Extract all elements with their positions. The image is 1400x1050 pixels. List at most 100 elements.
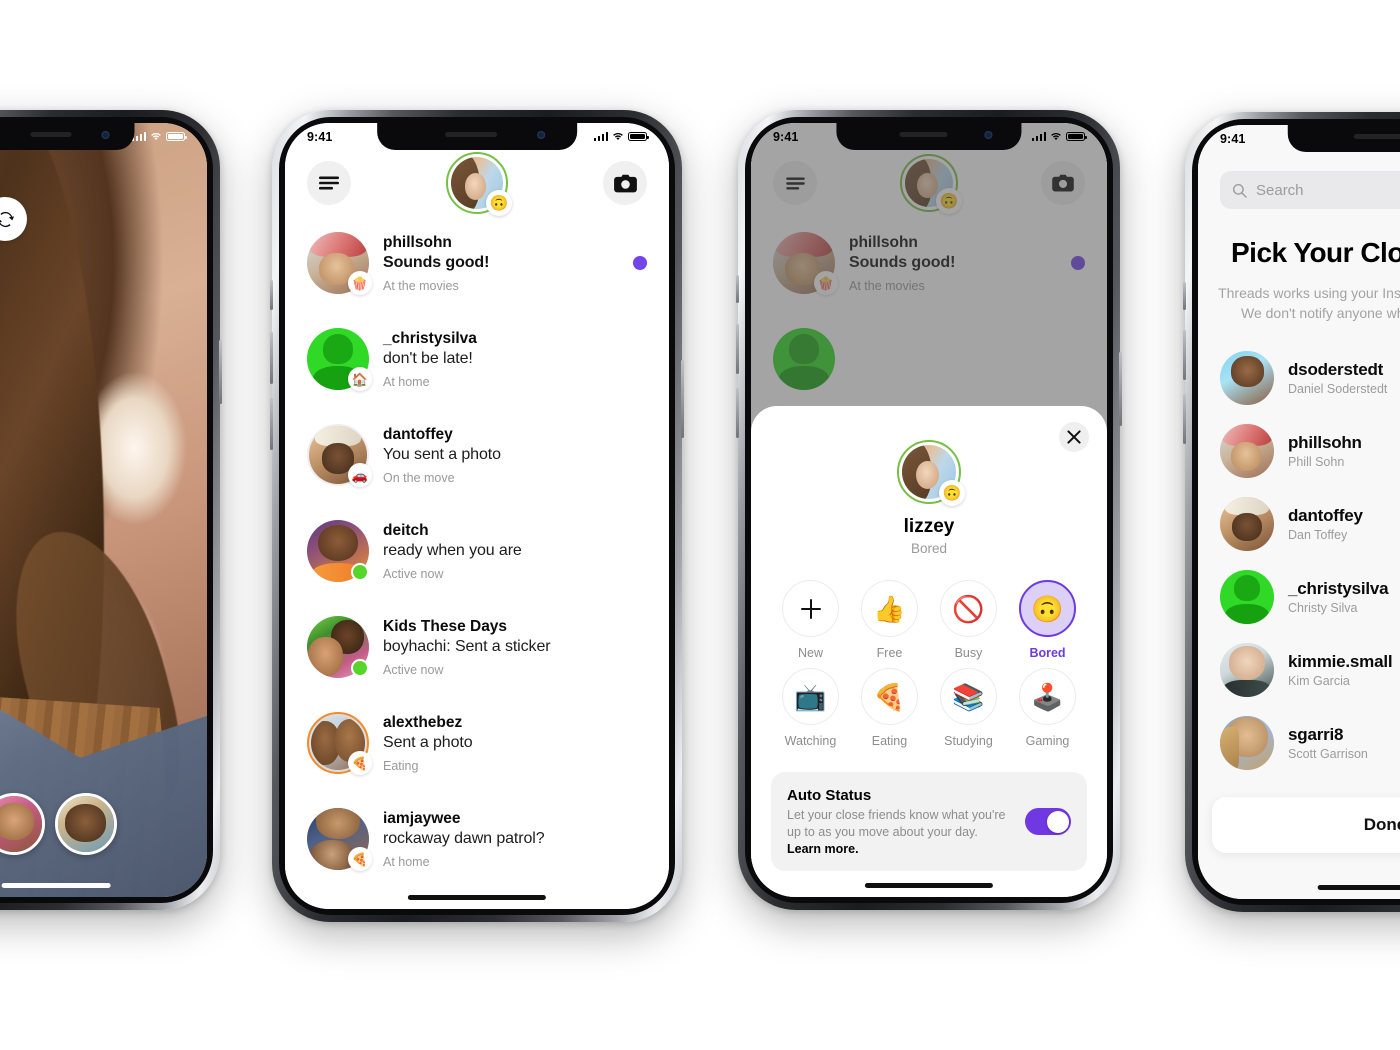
thread-username: deitch [383, 522, 429, 540]
sheet-profile-name: lizzey [903, 516, 955, 537]
status-emoji-icon: 📚 [940, 668, 997, 725]
search-input[interactable]: Search [1220, 171, 1400, 209]
status-option-label: Gaming [1025, 734, 1070, 748]
list-item[interactable]: phillsohn Phill Sohn [1220, 415, 1400, 488]
avatar[interactable]: 🏠 [307, 328, 372, 391]
sheet-profile-status: Bored [910, 541, 948, 556]
list-item[interactable]: dantoffey Dan Toffey [1220, 488, 1400, 561]
front-camera [536, 131, 545, 139]
thread-text: iamjaywee rockaway dawn patrol? At home [383, 809, 619, 868]
wifi-icon [1051, 132, 1061, 140]
thread-message: Sent a photo [383, 733, 473, 751]
avatar[interactable]: 🍕 [307, 712, 372, 775]
thread-status: At home [383, 374, 430, 389]
thread-status: On the move [383, 470, 455, 485]
volume-down-button[interactable] [1183, 394, 1186, 444]
friend-text: dsoderstedt Daniel Soderstedt [1288, 360, 1387, 396]
status-emoji-badge: 🍕 [348, 847, 372, 871]
thread-username: iamjaywee [383, 810, 461, 828]
table-row[interactable]: 🏠 _christysilva don't be late! At home [307, 311, 647, 407]
battery-full-icon [628, 131, 649, 142]
list-item[interactable]: sgarri8 Scott Garrison [1220, 707, 1400, 780]
auto-status-toggle[interactable] [1025, 808, 1071, 835]
volume-down-button[interactable] [270, 398, 273, 450]
status-option-label: New [797, 646, 823, 660]
avatar[interactable] [307, 520, 369, 582]
status-time: 9:41 [1220, 131, 1246, 146]
thread-list[interactable]: 🍿 phillsohn Sounds good! At the movies 🏠 _chr… [285, 215, 669, 909]
auto-status-card: Auto Status Let your close friends know … [771, 772, 1087, 871]
camera-button[interactable] [603, 161, 647, 205]
status-option-gaming[interactable]: 🕹️ Gaming [1008, 668, 1087, 748]
home-indicator[interactable] [1317, 885, 1400, 890]
volume-up-button[interactable] [270, 332, 273, 384]
status-option-busy[interactable]: 🚫 Busy [929, 580, 1008, 660]
my-avatar[interactable]: 🙃 [446, 152, 512, 216]
notch [836, 123, 1022, 150]
thread-message: don't be late! [383, 349, 473, 367]
earpiece-speaker [1353, 134, 1400, 139]
table-row[interactable]: Kids These Days boyhachi: Sent a sticker A… [307, 599, 647, 695]
status-option-bored[interactable]: 🙃 Bored [1008, 580, 1087, 660]
friend-username: dsoderstedt [1288, 360, 1384, 380]
table-row[interactable]: 🍕 iamjaywee rockaway dawn patrol? At home [307, 791, 647, 887]
home-indicator[interactable] [1, 883, 111, 888]
thread-message: Sounds good! [383, 253, 490, 271]
avatar[interactable]: 🚗 [307, 424, 372, 487]
list-item[interactable]: kimmie.small Kim Garcia [1220, 634, 1400, 707]
table-row[interactable]: deitch ready when you are Active now [307, 503, 647, 599]
status-option-watching[interactable]: 📺 Watching [771, 668, 850, 748]
volume-up-button[interactable] [1183, 330, 1186, 380]
avatar[interactable] [307, 616, 369, 678]
power-button[interactable] [1119, 352, 1122, 426]
thread-username: alexthebez [383, 714, 463, 732]
friend-username: sgarri8 [1288, 725, 1344, 745]
hamburger-menu-icon [319, 176, 339, 190]
status-option-eating[interactable]: 🍕 Eating [850, 668, 929, 748]
thread-text: _christysilva don't be late! At home [383, 329, 619, 388]
phone-1-screen: 9:41 [0, 123, 207, 897]
status-option-label: Studying [944, 734, 993, 748]
status-option-label: Bored [1029, 646, 1066, 660]
status-option-new[interactable]: New [771, 580, 850, 660]
thread-message: boyhachi: Sent a sticker [383, 637, 551, 655]
power-button[interactable] [681, 360, 684, 438]
home-indicator[interactable] [864, 883, 994, 888]
friend-real-name: Daniel Soderstedt [1288, 382, 1388, 397]
participant-thumbnail[interactable] [0, 793, 45, 855]
volume-up-button[interactable] [736, 324, 739, 374]
learn-more-link[interactable]: Learn more. [787, 842, 1013, 856]
status-emoji-icon: 🙃 [1019, 580, 1076, 637]
camera-icon [613, 174, 637, 192]
list-item[interactable]: _christysilva Christy Silva [1220, 561, 1400, 634]
toggle-knob [1046, 810, 1069, 833]
list-item[interactable]: dsoderstedt Daniel Soderstedt [1220, 342, 1400, 415]
power-button[interactable] [219, 340, 222, 404]
done-button[interactable]: Done [1212, 797, 1400, 853]
home-indicator[interactable] [407, 895, 547, 900]
mute-switch[interactable] [736, 275, 739, 303]
close-button[interactable] [1059, 422, 1089, 452]
status-option-free[interactable]: 👍 Free [850, 580, 929, 660]
mute-switch[interactable] [270, 280, 273, 310]
my-status-emoji-badge[interactable]: 🙃 [486, 190, 512, 216]
thread-status: Eating [383, 758, 419, 773]
sheet-status-emoji-badge: 🙃 [939, 480, 965, 506]
flip-camera-button[interactable] [0, 197, 27, 241]
table-row[interactable]: 🍿 phillsohn Sounds good! At the movies [307, 215, 647, 311]
notch [0, 123, 135, 150]
friend-real-name: Kim Garcia [1288, 674, 1350, 689]
battery-full-icon [166, 131, 187, 142]
sheet-avatar[interactable]: 🙃 [897, 440, 965, 506]
avatar[interactable]: 🍕 [307, 808, 372, 871]
avatar[interactable]: 🍿 [307, 232, 372, 295]
participant-thumbnail[interactable] [55, 793, 117, 855]
status-emoji-icon: 👍 [861, 580, 918, 637]
status-options-grid[interactable]: New 👍 Free 🚫 Busy 🙃 Bored 📺 Watching 🍕 Eating 📚 Stud… [771, 580, 1087, 748]
volume-down-button[interactable] [736, 388, 739, 438]
hamburger-menu-button[interactable] [307, 161, 351, 205]
status-option-studying[interactable]: 📚 Studying [929, 668, 1008, 748]
table-row[interactable]: 🚗 dantoffey You sent a photo On the move [307, 407, 647, 503]
table-row[interactable]: 🍕 alexthebez Sent a photo Eating [307, 695, 647, 791]
mute-switch[interactable] [1183, 282, 1186, 310]
